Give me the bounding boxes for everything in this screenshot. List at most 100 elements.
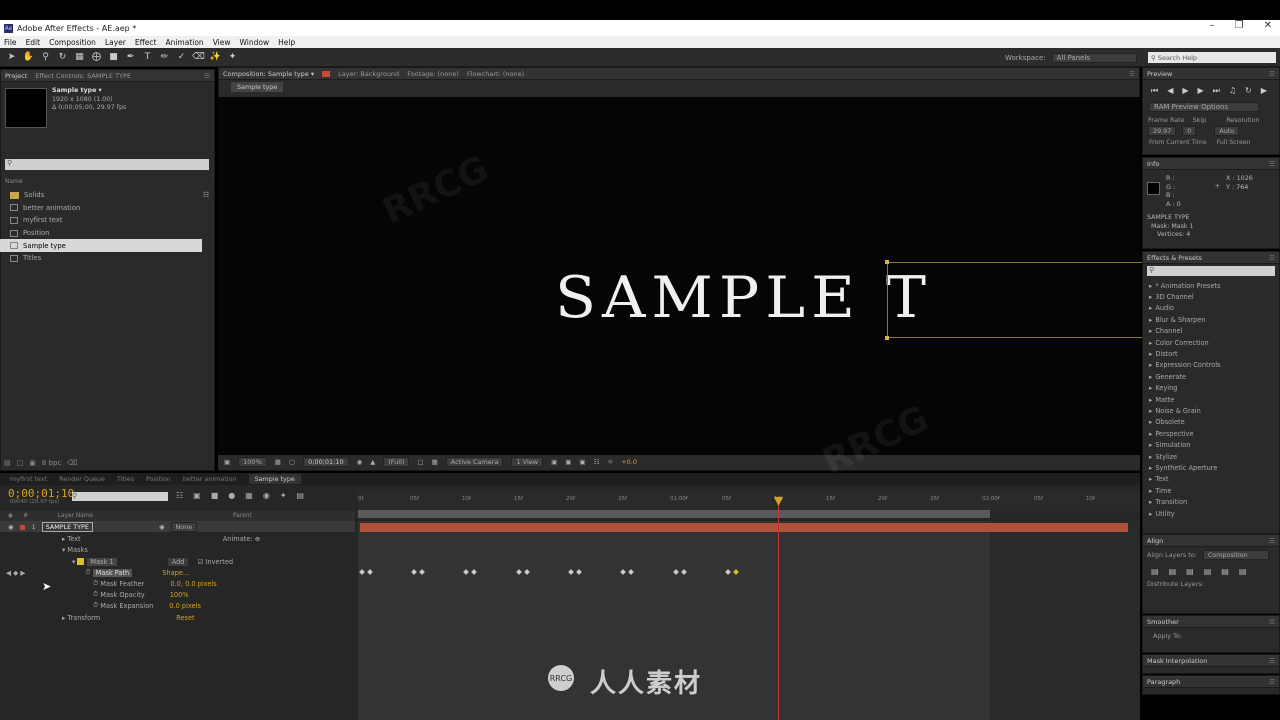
tab-flowchart[interactable]: Flowchart: (none) <box>467 70 524 78</box>
search-help-input[interactable]: ⚲ Search Help <box>1148 52 1276 63</box>
align-vcenter-icon[interactable]: ▤ <box>1221 567 1229 576</box>
layer-name[interactable]: SAMPLE TYPE <box>41 521 93 532</box>
effects-category[interactable]: ▸ Channel <box>1143 326 1279 337</box>
mask-vertex-handle[interactable] <box>885 260 889 264</box>
inverted-checkbox-icon[interactable]: ☑ <box>197 558 205 566</box>
last-frame-icon[interactable]: ⏭ <box>1213 86 1220 96</box>
tab-myfirst-text[interactable]: myfirst text <box>10 475 47 483</box>
keyframe-nav-icon[interactable]: ◀ ◆ ▶ <box>6 569 25 577</box>
snapshot-icon[interactable]: ◉ <box>357 458 363 466</box>
effects-category[interactable]: ▸ Transition <box>1143 496 1279 507</box>
project-item-titles[interactable]: Titles <box>0 252 215 265</box>
brush-tool-icon[interactable]: ✏ <box>159 52 170 63</box>
label-color-icon[interactable]: ■ <box>20 523 26 531</box>
skip-field[interactable]: 0 <box>1182 126 1197 136</box>
parent-pickwhip-icon[interactable]: ◉ <box>159 523 165 531</box>
effects-category[interactable]: ▸ Generate <box>1143 371 1279 382</box>
fast-previews-icon[interactable]: ▣ <box>565 458 571 466</box>
draft-3d-icon[interactable]: ■ <box>211 491 219 500</box>
prop-value[interactable]: Shape... <box>162 569 189 577</box>
eraser-tool-icon[interactable]: ⌫ <box>192 52 205 63</box>
type-tool-icon[interactable]: T <box>142 52 153 63</box>
maximize-icon[interactable]: ❐ <box>1235 20 1244 36</box>
new-folder-icon[interactable]: □ <box>17 459 24 467</box>
puppet-tool-icon[interactable]: ✦ <box>227 52 238 63</box>
mask-mode-dropdown[interactable]: Add <box>166 556 190 567</box>
trash-icon[interactable]: ⌫ <box>67 459 77 467</box>
safe-zones-icon[interactable]: ▦ <box>275 458 281 466</box>
play-icon[interactable]: ▶ <box>1182 86 1188 96</box>
tab-better-animation[interactable]: better animation <box>183 475 237 483</box>
stopwatch-icon[interactable]: ⏱ <box>93 579 100 588</box>
prop-mask-opacity[interactable]: ⏱ Mask Opacity 100% <box>0 589 355 600</box>
align-layers-dropdown[interactable]: Composition <box>1202 550 1269 560</box>
frame-blending-icon[interactable]: ▦ <box>245 491 253 500</box>
panel-menu-icon[interactable]: ☰ <box>1269 618 1275 626</box>
camera-tool-icon[interactable]: ▦ <box>74 52 85 63</box>
hand-tool-icon[interactable]: ✋ <box>23 52 34 63</box>
menu-help[interactable]: Help <box>278 38 295 47</box>
align-right-icon[interactable]: ▤ <box>1186 567 1194 576</box>
keyframe-marker[interactable] <box>576 569 582 575</box>
menu-view[interactable]: View <box>213 38 231 47</box>
rectangle-tool-icon[interactable]: ■ <box>108 52 119 63</box>
effects-category[interactable]: ▸ Utility <box>1143 508 1279 519</box>
menu-file[interactable]: File <box>4 38 17 47</box>
keyframe-marker[interactable] <box>524 569 530 575</box>
prop-mask-1[interactable]: ▾ Mask 1 Add ☑ Inverted <box>0 556 355 567</box>
menu-effect[interactable]: Effect <box>135 38 157 47</box>
panel-menu-icon[interactable]: ☰ <box>1269 160 1275 168</box>
selection-tool-icon[interactable]: ➤ <box>6 52 17 63</box>
panel-menu-icon[interactable]: ☰ <box>1269 537 1275 545</box>
align-top-icon[interactable]: ▤ <box>1204 567 1212 576</box>
prop-masks[interactable]: ▾ Masks <box>0 544 355 555</box>
mask-visibility-icon[interactable]: ▢ <box>289 458 295 466</box>
keyframe-marker[interactable] <box>411 569 417 575</box>
effects-category[interactable]: ▸ Time <box>1143 485 1279 496</box>
effects-category[interactable]: ▸ * Animation Presets <box>1143 280 1279 291</box>
effects-category[interactable]: ▸ Color Correction <box>1143 337 1279 348</box>
keyframe-marker[interactable] <box>628 569 634 575</box>
effects-category[interactable]: ▸ Audio <box>1143 303 1279 314</box>
lock-icon[interactable] <box>322 70 331 77</box>
close-icon[interactable]: ✕ <box>1264 20 1272 36</box>
keyframe-marker[interactable] <box>367 569 373 575</box>
effects-search-input[interactable]: ⚲ <box>1147 266 1275 276</box>
panel-menu-icon[interactable]: ☰ <box>1269 678 1275 686</box>
new-comp-icon[interactable]: ▣ <box>29 459 36 467</box>
always-preview-icon[interactable]: ▣ <box>224 458 230 466</box>
region-of-interest-icon[interactable]: □ <box>417 458 423 466</box>
resolution-dropdown[interactable]: (Full) <box>383 457 410 467</box>
bpc-label[interactable]: 8 bpc <box>42 459 61 467</box>
parent-dropdown[interactable]: None <box>170 521 198 532</box>
exposure-icon[interactable]: ☼ <box>607 458 613 466</box>
brainstorm-icon[interactable]: ✦ <box>280 491 287 500</box>
keyframe-marker[interactable] <box>673 569 679 575</box>
align-hcenter-icon[interactable]: ▤ <box>1169 567 1177 576</box>
mask-vertex-handle[interactable] <box>885 336 889 340</box>
first-frame-icon[interactable]: ⏮ <box>1151 86 1158 96</box>
live-update-icon[interactable]: ▣ <box>193 491 201 500</box>
project-item-position[interactable]: Position <box>0 227 215 240</box>
tab-effect-controls[interactable]: Effect Controls: SAMPLE TYPE <box>35 72 131 80</box>
effects-category[interactable]: ▸ Blur & Sharpen <box>1143 314 1279 325</box>
current-time-field[interactable]: 0;00;01;10 <box>303 457 349 467</box>
effects-category[interactable]: ▸ Matte <box>1143 394 1279 405</box>
graph-editor-icon[interactable]: ▤ <box>297 491 305 500</box>
view-layout-dropdown[interactable]: 1 View <box>511 457 544 467</box>
roto-brush-icon[interactable]: ✨ <box>210 52 221 63</box>
keyframe-marker[interactable] <box>463 569 469 575</box>
current-time-indicator[interactable] <box>778 497 779 720</box>
motion-blur-icon[interactable]: ◉ <box>263 491 270 500</box>
panel-menu-icon[interactable]: ☰ <box>1269 657 1275 665</box>
menu-window[interactable]: Window <box>240 38 270 47</box>
project-item-myfirst-text[interactable]: myfirst text <box>0 214 215 227</box>
prop-mask-feather[interactable]: ⏱ Mask Feather 0.0, 0.0 pixels <box>0 578 355 589</box>
add-animator-icon[interactable]: ⊕ <box>253 535 261 543</box>
effects-category[interactable]: ▸ Keying <box>1143 383 1279 394</box>
from-current-time-checkbox[interactable]: From Current Time <box>1149 139 1207 146</box>
keyframe-marker[interactable] <box>359 569 365 575</box>
canvas-text[interactable]: SAMPLE T <box>555 265 932 332</box>
pan-behind-tool-icon[interactable]: ⨁ <box>91 52 102 63</box>
prop-mask-path[interactable]: ◀ ◆ ▶ ⏱ Mask Path Shape... <box>0 567 355 578</box>
